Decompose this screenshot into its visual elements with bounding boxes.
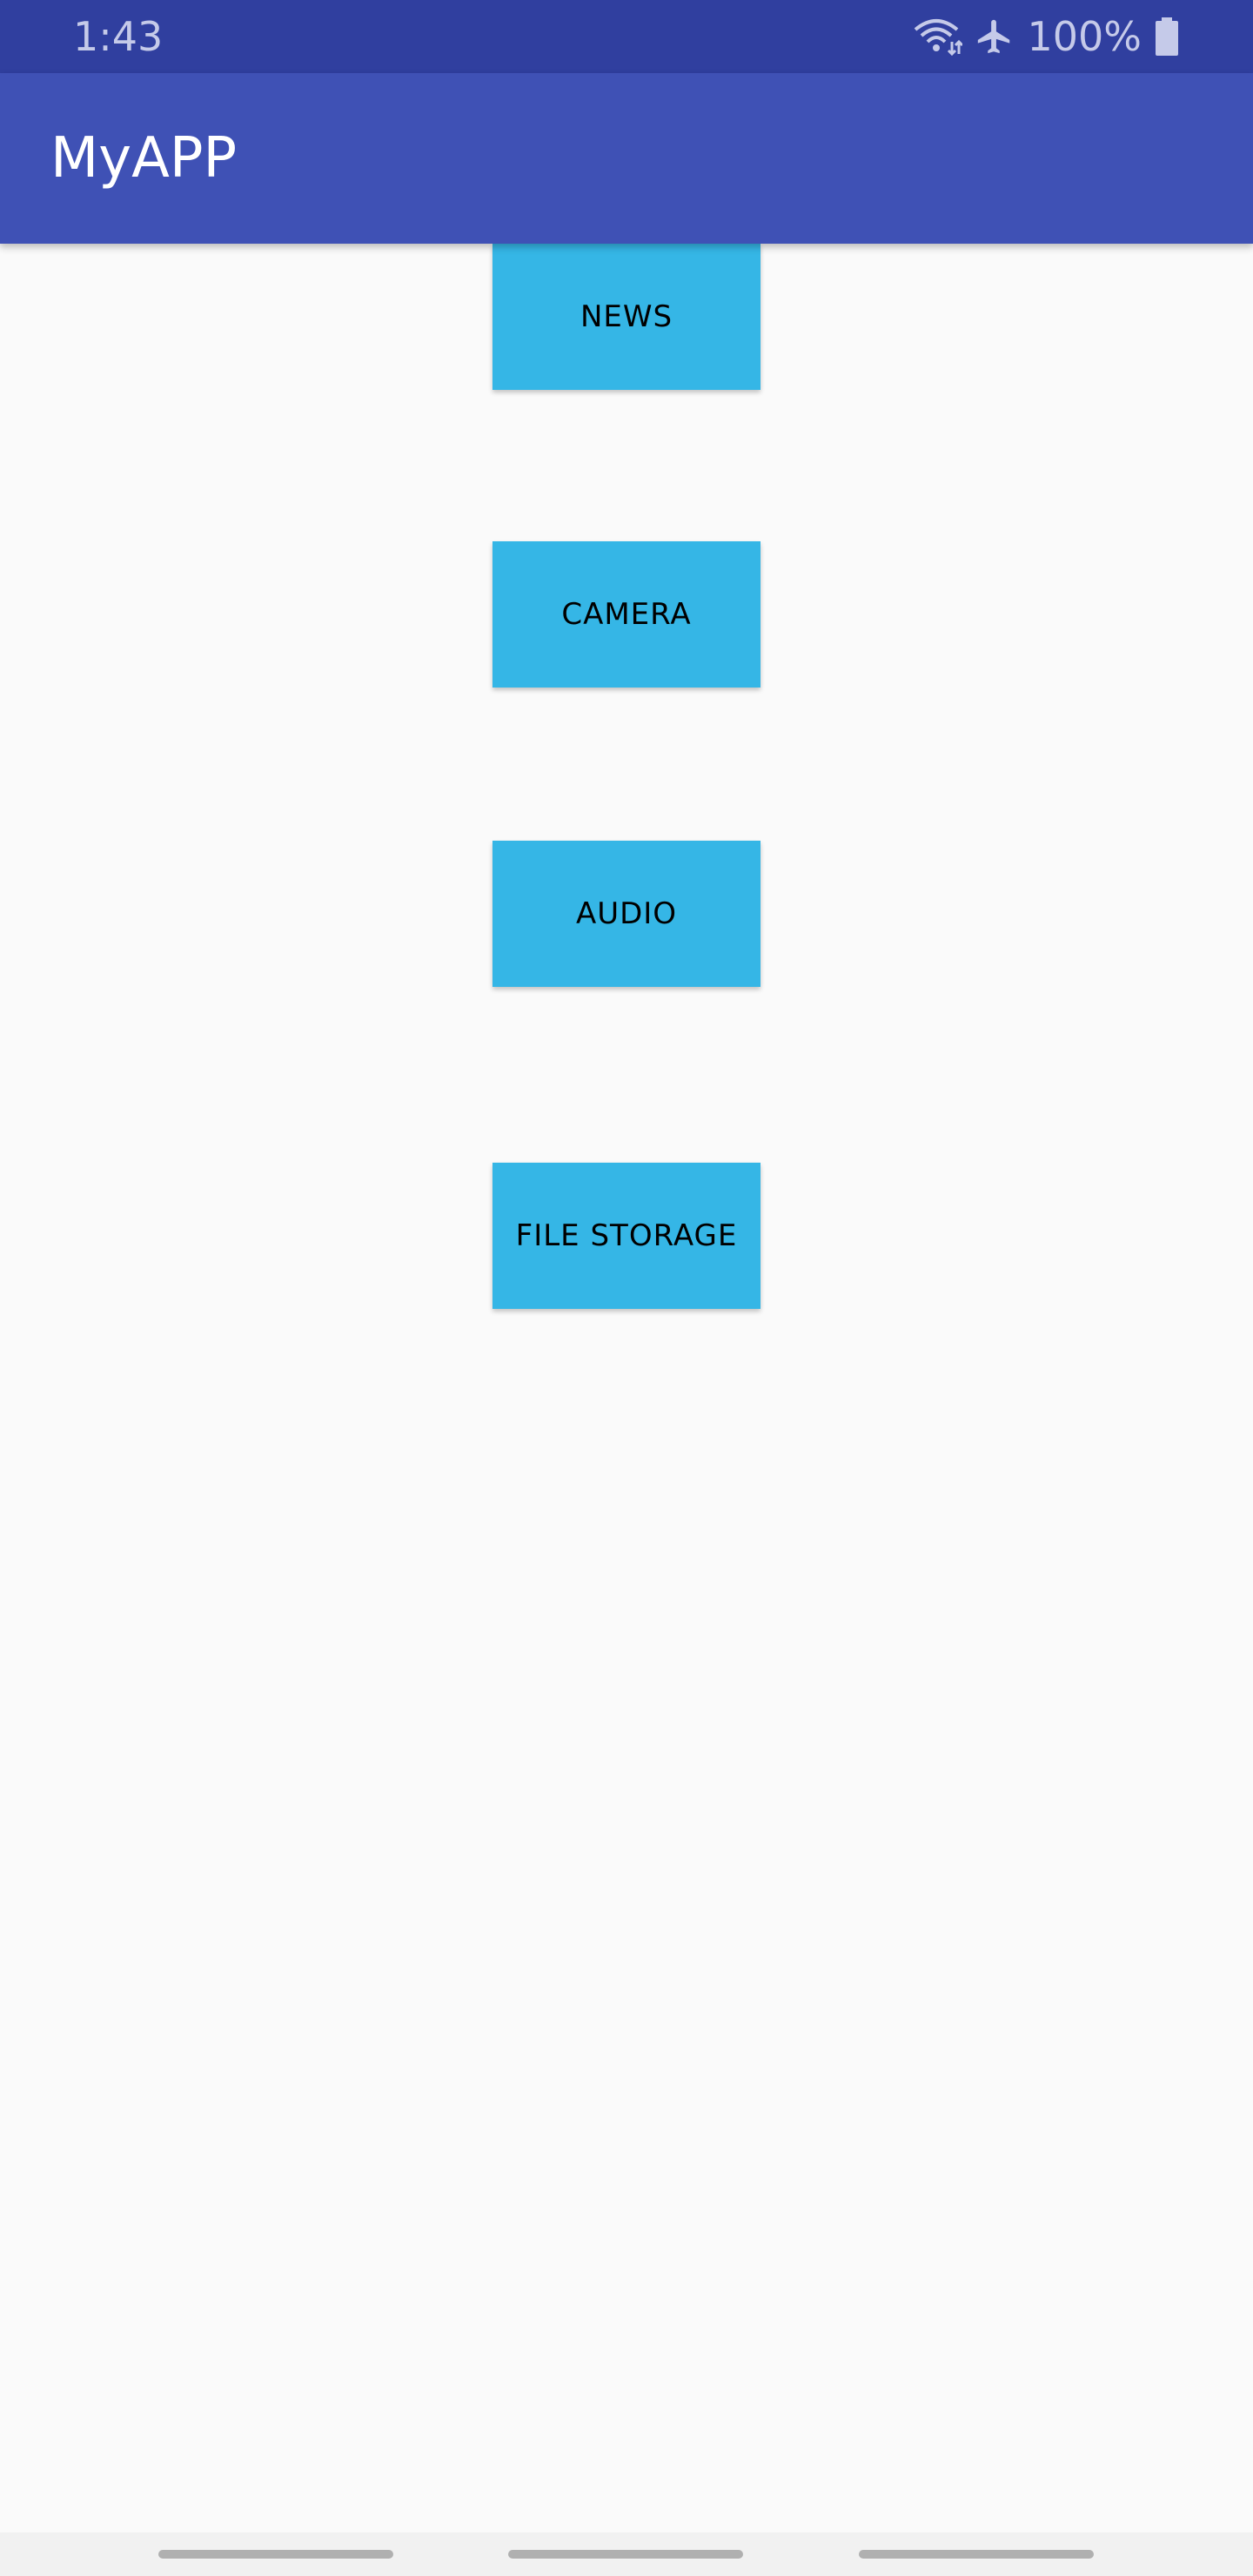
nav-handle-right[interactable] — [859, 2550, 1094, 2559]
file-storage-button[interactable]: FILE STORAGE — [492, 1163, 761, 1309]
audio-button[interactable]: AUDIO — [492, 841, 761, 987]
battery-icon — [1154, 17, 1180, 56]
app-title: MyAPP — [50, 126, 238, 191]
news-button[interactable]: NEWS — [492, 244, 761, 390]
nav-handle-left[interactable] — [158, 2550, 393, 2559]
status-bar: 1:43 100% — [0, 0, 1253, 73]
app-bar: MyAPP — [0, 73, 1253, 244]
navigation-bar — [0, 2532, 1253, 2576]
wifi-icon — [914, 17, 963, 56]
airplane-icon — [975, 17, 1015, 57]
status-time: 1:43 — [73, 13, 164, 60]
nav-handle-center[interactable] — [508, 2550, 743, 2559]
main-content: NEWS CAMERA AUDIO FILE STORAGE — [0, 244, 1253, 2532]
camera-button[interactable]: CAMERA — [492, 541, 761, 688]
status-icons: 100% — [914, 10, 1180, 63]
battery-percentage: 100% — [1027, 13, 1142, 60]
